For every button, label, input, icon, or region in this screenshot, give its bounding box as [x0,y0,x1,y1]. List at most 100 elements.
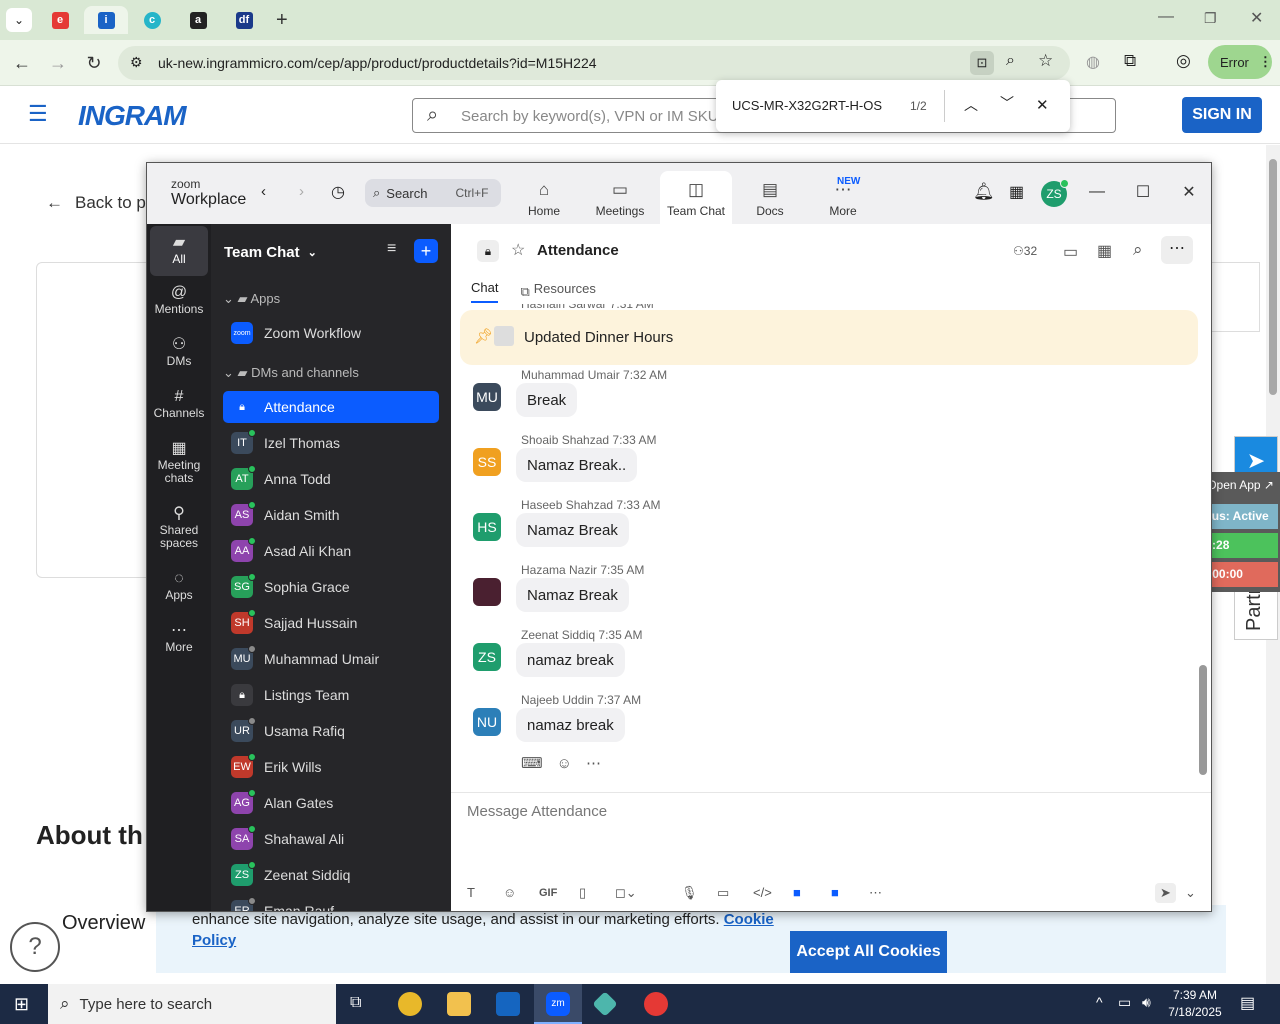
zoom-back-icon[interactable]: ‹ [261,183,266,200]
app-integration-2-icon[interactable]: ■ [831,885,839,900]
browser-tab[interactable]: e [38,6,82,34]
hamburger-menu-icon[interactable]: ☰ [28,101,48,127]
new-tab-icon[interactable]: + [276,9,288,32]
bookmark-star-icon[interactable]: ☆ [1038,51,1053,71]
notifications-icon[interactable]: ▤ [1240,993,1255,1013]
sidebar-item-dm[interactable]: AG Alan Gates [223,787,439,819]
sender-name[interactable]: Muhammad Umair [521,368,620,382]
app-integration-icon[interactable]: ■ [793,885,801,900]
more-options-icon[interactable]: ⋯ [1161,236,1193,264]
sender-avatar[interactable]: HS [473,513,501,541]
composer-placeholder[interactable]: Message Attendance [467,803,607,820]
search-icon[interactable]: ⌕ [1133,240,1143,260]
close-window-icon[interactable]: ✕ [1250,8,1263,28]
app-diamond-icon[interactable] [592,991,618,1017]
sidebar-item-dm[interactable]: SH Sajjad Hussain [223,607,439,639]
sidebar-item-dm[interactable]: AS Aidan Smith [223,499,439,531]
zoom-forward-icon[interactable]: › [299,183,304,200]
tray-chevron-icon[interactable]: ^ [1096,994,1103,1010]
sender-avatar[interactable]: SS [473,448,501,476]
open-app-link[interactable]: Open App ↗ [1207,478,1274,492]
file-explorer-icon[interactable] [447,992,471,1016]
url-text[interactable]: uk-new.ingrammicro.com/cep/app/product/p… [158,55,597,71]
chat-message[interactable]: MU Muhammad Umair 7:32 AM Break [471,368,1171,428]
emoji-icon[interactable]: ☺ [503,885,516,900]
tab-search-dropdown[interactable]: ⌄ [6,8,32,32]
profile-icon[interactable]: ◎ [1176,51,1191,71]
sender-name[interactable]: Zeenat Siddiq [521,628,595,642]
video-message-icon[interactable]: ▭ [717,885,729,901]
sidebar-item-dm[interactable]: MU Muhammad Umair [223,643,439,675]
rail-item-all[interactable]: ▰ All [150,226,208,276]
help-question-icon[interactable]: ? [10,922,60,972]
browser-tab[interactable]: a [176,6,220,34]
page-search-icon[interactable]: ⊡ [970,51,994,75]
volume-icon[interactable]: 🔊︎ [1142,994,1151,1011]
error-button[interactable]: Error ⋮ [1208,45,1272,79]
sender-avatar[interactable]: NU [473,708,501,736]
chat-scrollbar-thumb[interactable] [1199,665,1207,775]
cookie-link[interactable]: Cookie [724,911,774,928]
task-view-icon[interactable]: ⧉ [350,994,361,1012]
globe-icon[interactable]: ◍ [1086,52,1100,72]
outlook-icon[interactable] [496,992,520,1016]
video-call-icon[interactable]: ▭ [1063,242,1078,262]
page-scrollbar-thumb[interactable] [1269,159,1277,395]
url-bar[interactable]: ⚙ uk-new.ingrammicro.com/cep/app/product… [118,46,1070,80]
new-chat-plus-icon[interactable]: + [414,239,438,263]
extensions-icon[interactable]: ⧉ [1124,51,1136,71]
sender-avatar[interactable]: ZS [473,643,501,671]
tab-docs[interactable]: ▤ Docs [734,171,806,224]
sign-in-button[interactable]: SIGN IN [1182,97,1262,133]
section-dms[interactable]: ⌄ ▰ DMs and channels [223,365,359,381]
windows-start-icon[interactable]: ⊞ [14,994,29,1015]
sender-name[interactable]: Najeeb Uddin [521,693,594,707]
sidebar-item-attendance-active[interactable]: 🔒︎ Attendance [223,391,439,423]
sidebar-item-dm[interactable]: IT Izel Thomas [223,427,439,459]
chat-message[interactable]: HS Haseeb Shahzad 7:33 AM Namaz Break [471,498,1171,558]
sidebar-item-dm[interactable]: SG Sophia Grace [223,571,439,603]
notifications-bell-icon[interactable]: 🔔︎ [973,182,995,202]
section-apps[interactable]: ⌄ ▰ Apps [223,291,280,307]
send-icon[interactable]: ➤ [1155,883,1176,903]
restore-window-icon[interactable]: ❐ [1204,10,1217,27]
message-bubble[interactable]: Namaz Break.. [516,448,638,482]
sidebar-item-dm[interactable]: 🔒︎ Listings Team [223,679,439,711]
sender-avatar[interactable]: MU [473,383,501,411]
more-tools-icon[interactable]: ⋯ [869,885,882,901]
member-count[interactable]: ⚇ 32 [1013,244,1037,258]
ingram-logo[interactable]: INGRAM [78,100,187,132]
rail-item-meeting-chats[interactable]: ▦ Meeting chats [150,441,208,485]
zoom-close-icon[interactable]: ✕ [1174,177,1204,207]
back-arrow-icon[interactable]: ← [11,52,33,74]
network-icon[interactable]: ▭ [1118,994,1131,1011]
filter-icon[interactable]: ≡ [387,240,396,258]
chrome-profile-icon[interactable] [644,992,668,1016]
tab-meetings[interactable]: ▭ Meetings [584,171,656,224]
tab-resources[interactable]: Resources [534,281,596,302]
tab-team-chat[interactable]: ◫ Team Chat [660,171,732,224]
find-close-icon[interactable]: ✕ [1036,96,1049,114]
file-icon[interactable]: ▯ [579,885,586,901]
minimize-window-icon[interactable]: — [1158,8,1174,26]
code-icon[interactable]: </> [753,885,772,900]
sidebar-item-dm[interactable]: AA Asad Ali Khan [223,535,439,567]
message-bubble[interactable]: Namaz Break [516,513,629,547]
more-actions-icon[interactable]: ⋯ [586,754,601,772]
reply-icon[interactable]: ⌨ [521,754,543,772]
text-format-icon[interactable]: T [467,885,475,900]
user-avatar[interactable]: ZS [1041,179,1069,207]
sidebar-item-dm[interactable]: SA Shahawal Ali [223,823,439,855]
chat-message[interactable]: ZS Zeenat Siddiq 7:35 AM namaz break [471,628,1171,688]
chat-message[interactable]: Hazama Nazir 7:35 AM Namaz Break [471,563,1171,623]
message-bubble[interactable]: Break [516,383,578,417]
accept-cookies-button[interactable]: Accept All Cookies [790,931,947,973]
sidebar-item-dm[interactable]: UR Usama Rafiq [223,715,439,747]
chat-message[interactable]: NU Najeeb Uddin 7:37 AM namaz break [471,693,1171,753]
microphone-icon[interactable]: 🎙︎ [681,885,698,901]
back-link[interactable]: ← Back to p [46,193,146,213]
sidebar-item-zoom-workflow[interactable]: zoom Zoom Workflow [223,317,439,349]
zoom-taskbar-icon-active[interactable]: zm [534,984,582,1024]
send-options-chevron-icon[interactable]: ⌄ [1185,885,1196,901]
browser-tab-active[interactable]: i [84,6,128,34]
